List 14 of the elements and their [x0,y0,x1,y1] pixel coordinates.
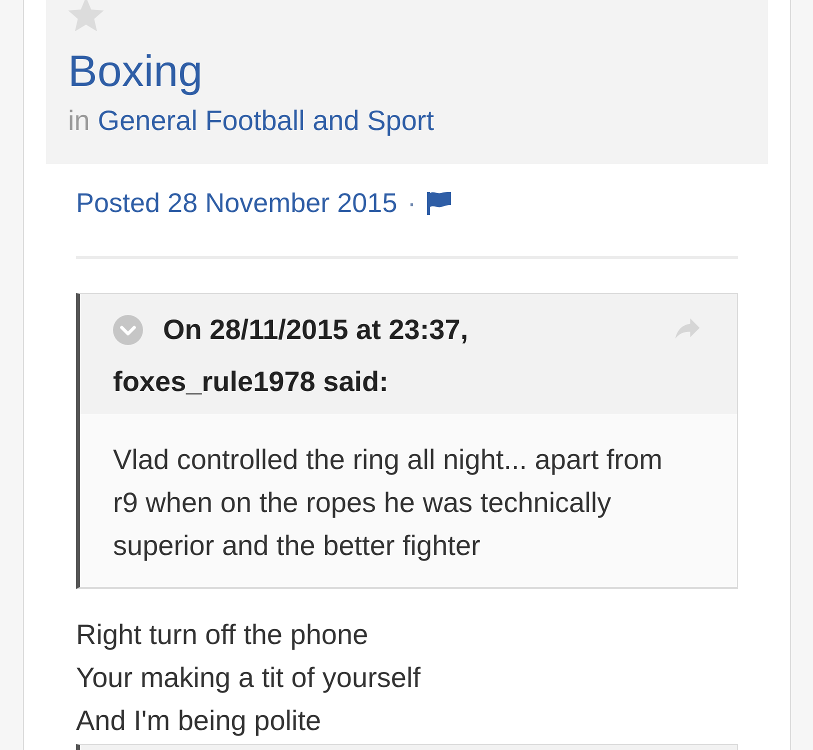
share-arrow-icon[interactable] [674,317,701,340]
quote-text: Vlad controlled the ring all night... apart from r9 when on the ropes he was technically superior and the better fighter [80,414,737,587]
separator-dot: · [407,187,416,220]
quote-citation: On 28/11/2015 at 23:37, [163,313,468,347]
quote-citation: foxes_rule1978 said: [113,365,390,399]
post-text: Right turn off the phone [76,618,370,652]
post-text: And I'm being polite [76,704,322,738]
post-text: Your making a tit of yourself [76,661,422,695]
topic-title: Boxing [68,46,203,98]
chevron-down-icon[interactable] [113,315,143,345]
forum-link[interactable]: General Football and Sport [98,101,434,141]
forum-prefix: in [68,104,90,138]
flag-icon[interactable] [426,191,452,215]
post-date-link[interactable]: Posted 28 November 2015 [76,183,398,223]
